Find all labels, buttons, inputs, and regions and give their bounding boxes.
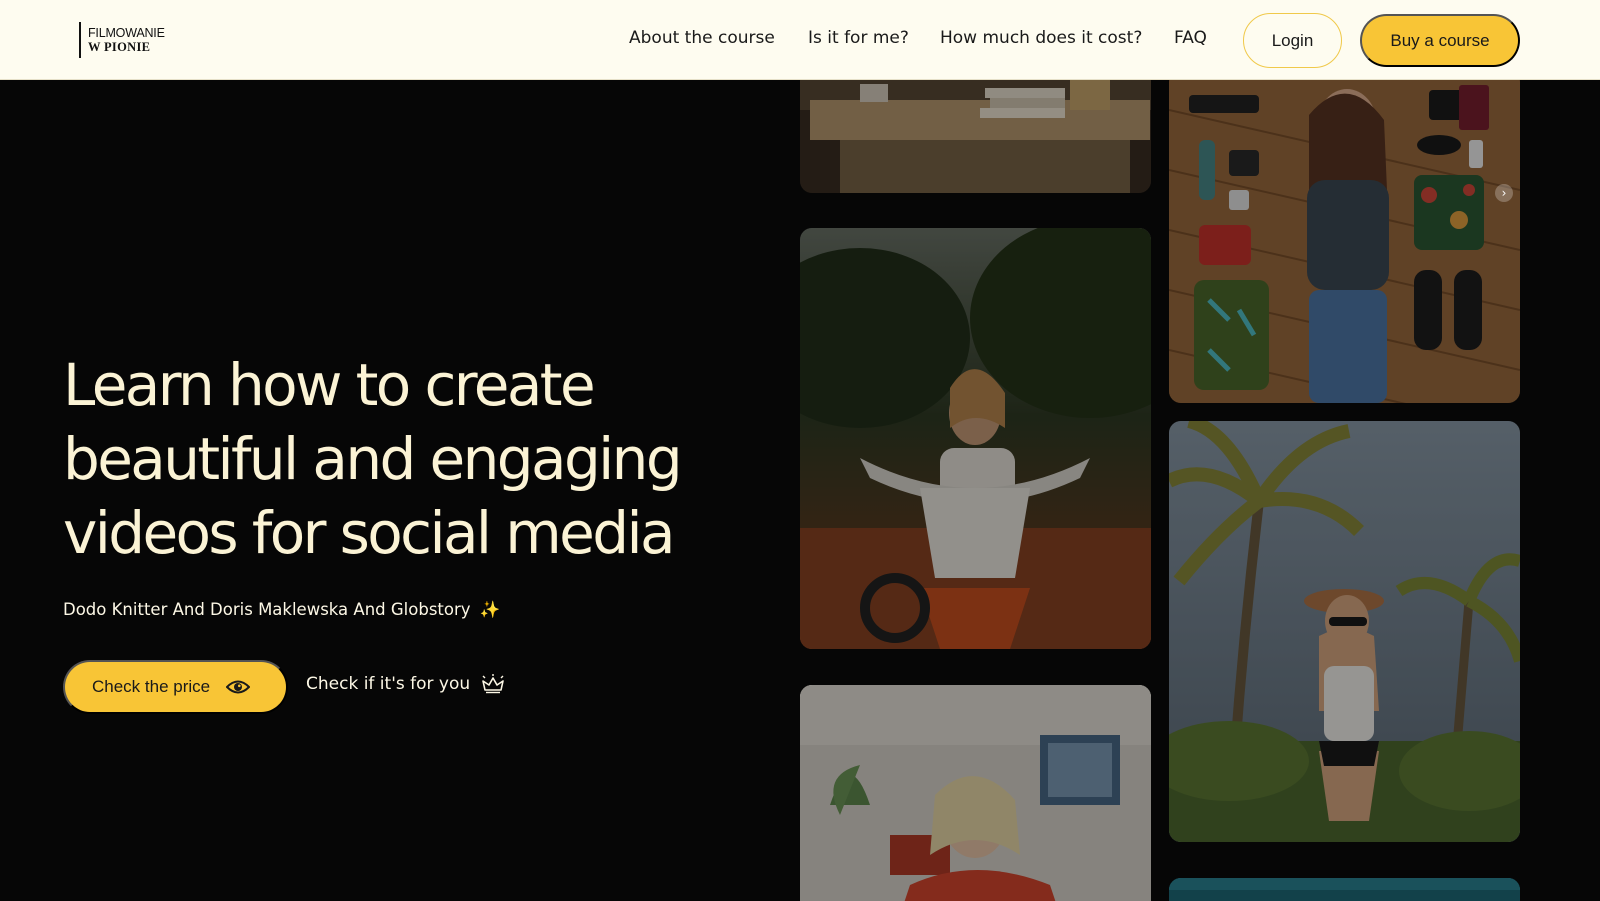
hero-title-line: Learn how to create [63, 351, 596, 419]
gallery-photo-palms[interactable] [1169, 421, 1520, 842]
gallery-photo-desk[interactable] [800, 70, 1151, 193]
check-price-label: Check the price [92, 677, 211, 696]
gallery-photo-motorbike[interactable] [800, 228, 1151, 649]
logo-text-line1: FILMOWANIE [88, 26, 165, 40]
gallery-photo-indoor[interactable] [800, 685, 1151, 901]
buy-course-button[interactable]: Buy a course [1360, 14, 1520, 67]
hero-authors: Dodo Knitter And Doris Maklewska And Glo… [63, 600, 500, 620]
nav-about-course[interactable]: About the course [629, 28, 775, 48]
nav-how-much-cost[interactable]: How much does it cost? [940, 28, 1142, 48]
check-if-for-you-link[interactable]: Check if it's for you [306, 674, 506, 694]
gallery-next-arrow-icon[interactable]: › [1495, 184, 1513, 202]
gallery-photo-partial[interactable] [1169, 878, 1520, 901]
nav-is-it-for-me[interactable]: Is it for me? [808, 28, 909, 48]
hero-title-line: videos for social media [63, 499, 676, 567]
gallery-photo-flatlay[interactable] [1169, 70, 1520, 403]
site-header: FILMOWANIE W PIONIE About the course Is … [0, 0, 1600, 80]
login-button[interactable]: Login [1243, 13, 1342, 68]
check-price-button[interactable]: Check the price [63, 660, 288, 714]
eye-icon [225, 679, 251, 695]
hero-authors-text: Dodo Knitter And Doris Maklewska And Glo… [63, 600, 471, 619]
check-if-for-you-label: Check if it's for you [306, 674, 471, 694]
sparkles-icon: ✨ [479, 600, 501, 619]
hero-title-line: beautiful and engaging [63, 425, 683, 493]
logo-text-line2: W PIONIE [88, 40, 151, 54]
logo[interactable]: FILMOWANIE W PIONIE [79, 22, 165, 58]
nav-faq[interactable]: FAQ [1174, 28, 1207, 48]
hero-title: Learn how to create beautiful and engagi… [63, 348, 763, 570]
crown-icon [480, 674, 506, 694]
